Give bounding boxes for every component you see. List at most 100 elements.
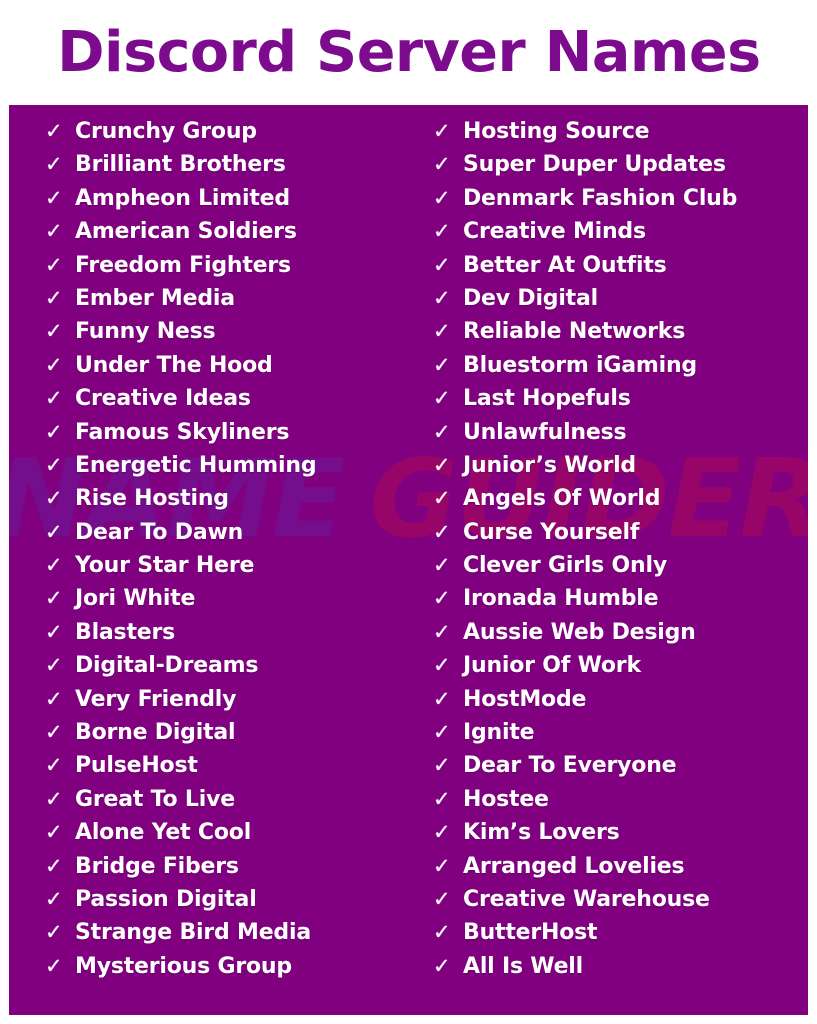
list-item-label: Junior’s World — [463, 452, 636, 478]
list-item-label: HostMode — [463, 686, 587, 712]
list-item: ✓ Brilliant Brothers — [45, 154, 420, 187]
list-item: ✓ Blasters — [45, 619, 420, 655]
check-icon: ✓ — [433, 452, 451, 477]
check-icon: ✓ — [45, 152, 63, 177]
check-icon: ✓ — [433, 820, 451, 845]
list-item: ✓ Jori White — [45, 588, 420, 621]
check-icon: ✓ — [433, 720, 451, 745]
page-header: Discord Server Names — [0, 0, 817, 105]
list-item: ✓ Reliable Networks — [433, 321, 808, 354]
check-icon: ✓ — [433, 185, 451, 210]
list-item: ✓ Super Duper Updates — [433, 154, 808, 187]
list-item: ✓ Arranged Lovelies — [433, 855, 808, 889]
check-icon: ✓ — [433, 753, 451, 778]
list-item-label: Junior Of Work — [463, 653, 641, 679]
list-item-label: Famous Skyliners — [75, 419, 290, 445]
check-icon: ✓ — [433, 119, 451, 143]
check-icon: ✓ — [433, 486, 451, 511]
list-item-label: American Soldiers — [75, 219, 297, 245]
list-item-label: Aussie Web Design — [463, 619, 696, 645]
check-icon: ✓ — [433, 886, 451, 911]
check-icon: ✓ — [433, 786, 451, 811]
list-item: ✓ ButterHost — [433, 922, 808, 955]
list-item: ✓ Dear To Dawn — [45, 519, 420, 555]
list-item-label: Dear To Dawn — [75, 519, 244, 545]
check-icon: ✓ — [433, 386, 451, 411]
list-item: ✓ HostMode — [433, 686, 808, 722]
check-icon: ✓ — [45, 920, 63, 945]
check-icon: ✓ — [433, 686, 451, 711]
list-item: ✓ All Is Well — [433, 953, 808, 989]
list-item-label: ButterHost — [463, 920, 598, 946]
list-item-label: Curse Yourself — [463, 519, 640, 545]
list-item-label: Jori White — [75, 586, 196, 612]
check-icon: ✓ — [433, 419, 451, 444]
list-item: ✓ Aussie Web Design — [433, 619, 808, 655]
list-item-label: Clever Girls Only — [463, 553, 667, 579]
list-item-label: Crunchy Group — [75, 119, 257, 144]
check-icon: ✓ — [45, 219, 63, 244]
list-item-label: Bridge Fibers — [75, 853, 239, 879]
list-item: ✓ Very Friendly — [45, 688, 420, 722]
list-item-label: Angels Of World — [463, 486, 661, 512]
list-item: ✓ American Soldiers — [45, 221, 420, 254]
list-item-label: Ampheon Limited — [75, 185, 290, 211]
list-item: ✓ Unlawfulness — [433, 419, 808, 455]
list-item-label: Mysterious Group — [75, 953, 292, 979]
list-item-label: Funny Ness — [75, 319, 216, 345]
list-item: ✓ Better At Outfits — [433, 252, 808, 288]
list-item-label: Reliable Networks — [463, 319, 686, 345]
check-icon: ✓ — [45, 519, 63, 544]
list-panel: NAME GUIDER ✓ Crunchy Group ✓ Brilliant Bro… — [9, 105, 808, 1015]
list-item: ✓ Hosting Source — [433, 121, 808, 154]
list-item: ✓ Passion Digital — [45, 886, 420, 922]
list-item-label: Creative Ideas — [75, 386, 251, 412]
list-item-label: Ember Media — [75, 285, 235, 311]
list-item: ✓ Dear To Everyone — [433, 755, 808, 788]
check-icon: ✓ — [433, 352, 451, 377]
list-item: ✓ Ember Media — [45, 285, 420, 321]
check-icon: ✓ — [433, 920, 451, 945]
check-icon: ✓ — [45, 319, 63, 344]
check-icon: ✓ — [45, 352, 63, 377]
check-icon: ✓ — [433, 653, 451, 678]
list-item-label: Your Star Here — [75, 553, 255, 579]
list-item: ✓ Ignite — [433, 722, 808, 755]
right-column: ✓ Hosting Source ✓ Super Duper Updates ✓ Denm… — [420, 105, 808, 1015]
list-item: ✓ Funny Ness — [45, 321, 420, 354]
check-icon: ✓ — [45, 853, 63, 878]
list-item: ✓ Junior’s World — [433, 452, 808, 488]
check-icon: ✓ — [45, 452, 63, 477]
check-icon: ✓ — [45, 886, 63, 911]
check-icon: ✓ — [433, 152, 451, 177]
check-icon: ✓ — [45, 185, 63, 210]
list-item: ✓ Denmark Fashion Club — [433, 185, 808, 221]
list-item: ✓ Great To Live — [45, 788, 420, 822]
list-item-label: Ironada Humble — [463, 586, 659, 612]
check-icon: ✓ — [433, 285, 451, 310]
list-item-label: Hostee — [463, 786, 549, 812]
list-item: ✓ Strange Bird Media — [45, 922, 420, 955]
list-item-label: Under The Hood — [75, 352, 273, 378]
list-item: ✓ Ironada Humble — [433, 588, 808, 621]
list-item: ✓ PulseHost — [45, 755, 420, 788]
check-icon: ✓ — [45, 553, 63, 578]
check-icon: ✓ — [45, 653, 63, 678]
list-item-label: Digital-Dreams — [75, 653, 259, 679]
list-item: ✓ Angels Of World — [433, 488, 808, 521]
check-icon: ✓ — [45, 119, 63, 143]
check-icon: ✓ — [433, 519, 451, 544]
check-icon: ✓ — [433, 219, 451, 244]
list-item: ✓ Ampheon Limited — [45, 185, 420, 221]
check-icon: ✓ — [45, 386, 63, 411]
list-item: ✓ Your Star Here — [45, 555, 420, 588]
list-item-label: Unlawfulness — [463, 419, 627, 445]
list-item-label: Alone Yet Cool — [75, 820, 252, 846]
list-item: ✓ Digital-Dreams — [45, 655, 420, 688]
check-icon: ✓ — [433, 619, 451, 644]
list-item-label: Better At Outfits — [463, 252, 667, 278]
list-item: ✓ Under The Hood — [45, 352, 420, 388]
list-item-label: All Is Well — [463, 953, 583, 979]
list-item-label: Blasters — [75, 619, 176, 645]
list-item: ✓ Borne Digital — [45, 722, 420, 755]
